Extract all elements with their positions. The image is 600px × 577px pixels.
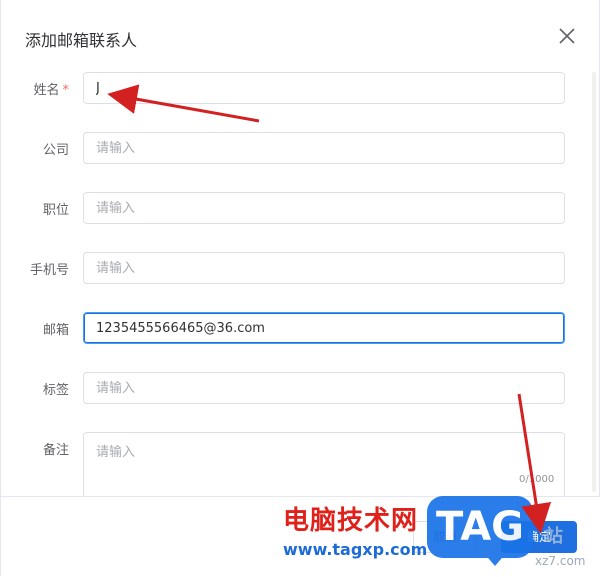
form-row-tag: 标签 [1, 372, 600, 404]
phone-input[interactable] [83, 252, 565, 284]
tag-input[interactable] [83, 372, 565, 404]
watermark-site-name: 电脑技术网 [283, 506, 419, 536]
required-mark: * [62, 83, 70, 98]
dialog-title: 添加邮箱联系人 [25, 31, 138, 50]
position-input[interactable] [83, 192, 565, 224]
form-row-company: 公司 [1, 132, 600, 164]
remark-textarea[interactable] [83, 432, 565, 504]
company-label: 公司 [42, 143, 69, 158]
email-label: 邮箱 [42, 323, 69, 338]
email-input[interactable] [83, 312, 565, 344]
name-input[interactable] [83, 72, 565, 104]
watermark-corner-text: 站 [545, 526, 563, 547]
company-input[interactable] [83, 132, 565, 164]
scrollbar[interactable] [591, 72, 597, 492]
form-row-phone: 手机号 [1, 252, 600, 284]
name-label: 姓名 * [33, 83, 70, 98]
tag-label: 标签 [42, 383, 69, 398]
form-row-name: 姓名 * [1, 72, 600, 104]
phone-label: 手机号 [29, 263, 69, 278]
add-contact-dialog: 添加邮箱联系人 姓名* 公司 职位 手机号 邮箱 标签 [0, 0, 600, 577]
watermark-tag-logo: TAG [427, 496, 533, 566]
close-icon[interactable] [553, 22, 581, 50]
form-row-email: 邮箱 [1, 312, 600, 344]
watermark-corner-url: xz7.com [535, 554, 586, 568]
dialog-header: 添加邮箱联系人 [1, 0, 600, 72]
remark-label: 备注 [42, 443, 69, 458]
position-label: 职位 [42, 203, 69, 218]
watermark-url: www.tagxp.com [283, 540, 428, 559]
form-row-position: 职位 [1, 192, 600, 224]
remark-char-counter: 0/1000 [517, 474, 557, 485]
